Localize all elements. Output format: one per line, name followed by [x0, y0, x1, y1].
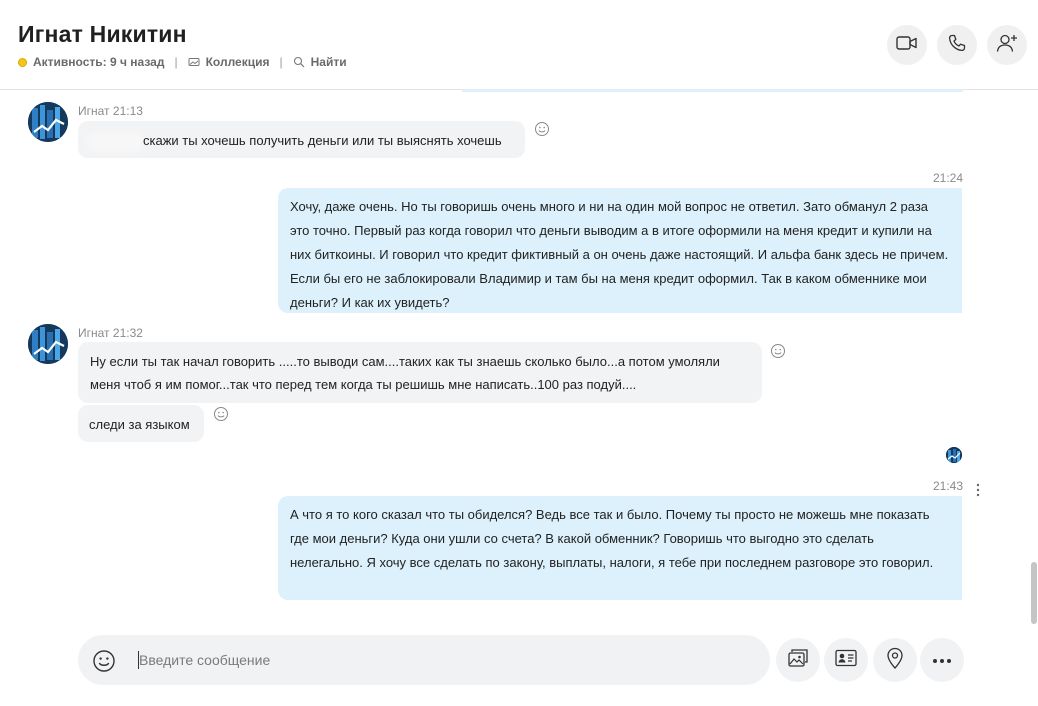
- read-receipt-avatar: [946, 447, 962, 463]
- avatar[interactable]: [28, 324, 68, 364]
- message-bubble-incoming[interactable]: Ну если ты так начал говорить .....то вы…: [78, 342, 762, 403]
- send-contact-button[interactable]: [824, 638, 868, 682]
- more-vertical-icon: [972, 483, 984, 502]
- previous-message-edge: [462, 89, 963, 92]
- search-icon: [293, 56, 305, 68]
- message-text: следи за языком: [89, 417, 190, 432]
- contact-name[interactable]: Игнат Никитин: [18, 21, 187, 48]
- message-text: Ну если ты так начал говорить .....то вы…: [90, 354, 720, 392]
- smiley-icon: [92, 650, 116, 677]
- message-bubble-outgoing[interactable]: А что я то кого сказал что ты обиделся? …: [278, 496, 962, 600]
- smiley-icon: [770, 344, 786, 363]
- contact-card-icon: [835, 649, 857, 672]
- more-horizontal-icon: [932, 651, 952, 669]
- activity-status: Активность: 9 ч назад: [33, 55, 165, 69]
- add-reaction-button[interactable]: [770, 343, 786, 359]
- message-text: Хочу, даже очень. Но ты говоришь очень м…: [290, 199, 949, 310]
- message-sender-time: Игнат 21:32: [78, 326, 143, 340]
- message-bubble-incoming[interactable]: следи за языком: [78, 405, 204, 442]
- chat-header: Игнат Никитин Активность: 9 ч назад | Ко…: [0, 0, 1038, 90]
- message-bubble-outgoing[interactable]: Хочу, даже очень. Но ты говоришь очень м…: [278, 188, 962, 313]
- emoji-button[interactable]: [92, 649, 116, 673]
- message-sender-time: Игнат 21:13: [78, 104, 143, 118]
- message-text: скажи ты хочешь получить деньги или ты в…: [143, 133, 502, 148]
- video-camera-icon: [896, 35, 918, 56]
- collection-link[interactable]: Коллекция: [206, 55, 270, 69]
- find-link[interactable]: Найти: [311, 55, 347, 69]
- message-input[interactable]: [139, 650, 739, 670]
- header-meta: Активность: 9 ч назад | Коллекция | Найт…: [18, 55, 347, 69]
- chat-scrollbar-thumb[interactable]: [1031, 562, 1037, 624]
- video-call-button[interactable]: [887, 25, 927, 65]
- gallery-icon: [188, 56, 200, 68]
- send-media-button[interactable]: [776, 638, 820, 682]
- audio-call-button[interactable]: [937, 25, 977, 65]
- send-location-button[interactable]: [873, 638, 917, 682]
- location-pin-icon: [886, 647, 904, 674]
- smiley-icon: [213, 407, 229, 426]
- message-time: 21:24: [933, 171, 964, 185]
- more-options-button[interactable]: [920, 638, 964, 682]
- message-time: 21:43: [933, 479, 964, 493]
- image-gallery-icon: [787, 648, 809, 673]
- message-text: А что я то кого сказал что ты обиделся? …: [290, 507, 934, 570]
- separator: |: [279, 55, 283, 69]
- avatar[interactable]: [28, 102, 68, 142]
- phone-icon: [948, 34, 966, 57]
- add-reaction-button[interactable]: [213, 406, 229, 422]
- message-options-button[interactable]: [972, 482, 984, 498]
- add-person-icon: [996, 33, 1018, 58]
- add-reaction-button[interactable]: [534, 121, 550, 137]
- add-people-button[interactable]: [987, 25, 1027, 65]
- smiley-icon: [534, 122, 550, 141]
- message-bubble-incoming[interactable]: скажи ты хочешь получить деньги или ты в…: [78, 121, 525, 158]
- activity-status-icon: [18, 57, 27, 67]
- separator: |: [174, 55, 178, 69]
- redacted-name: [89, 134, 141, 149]
